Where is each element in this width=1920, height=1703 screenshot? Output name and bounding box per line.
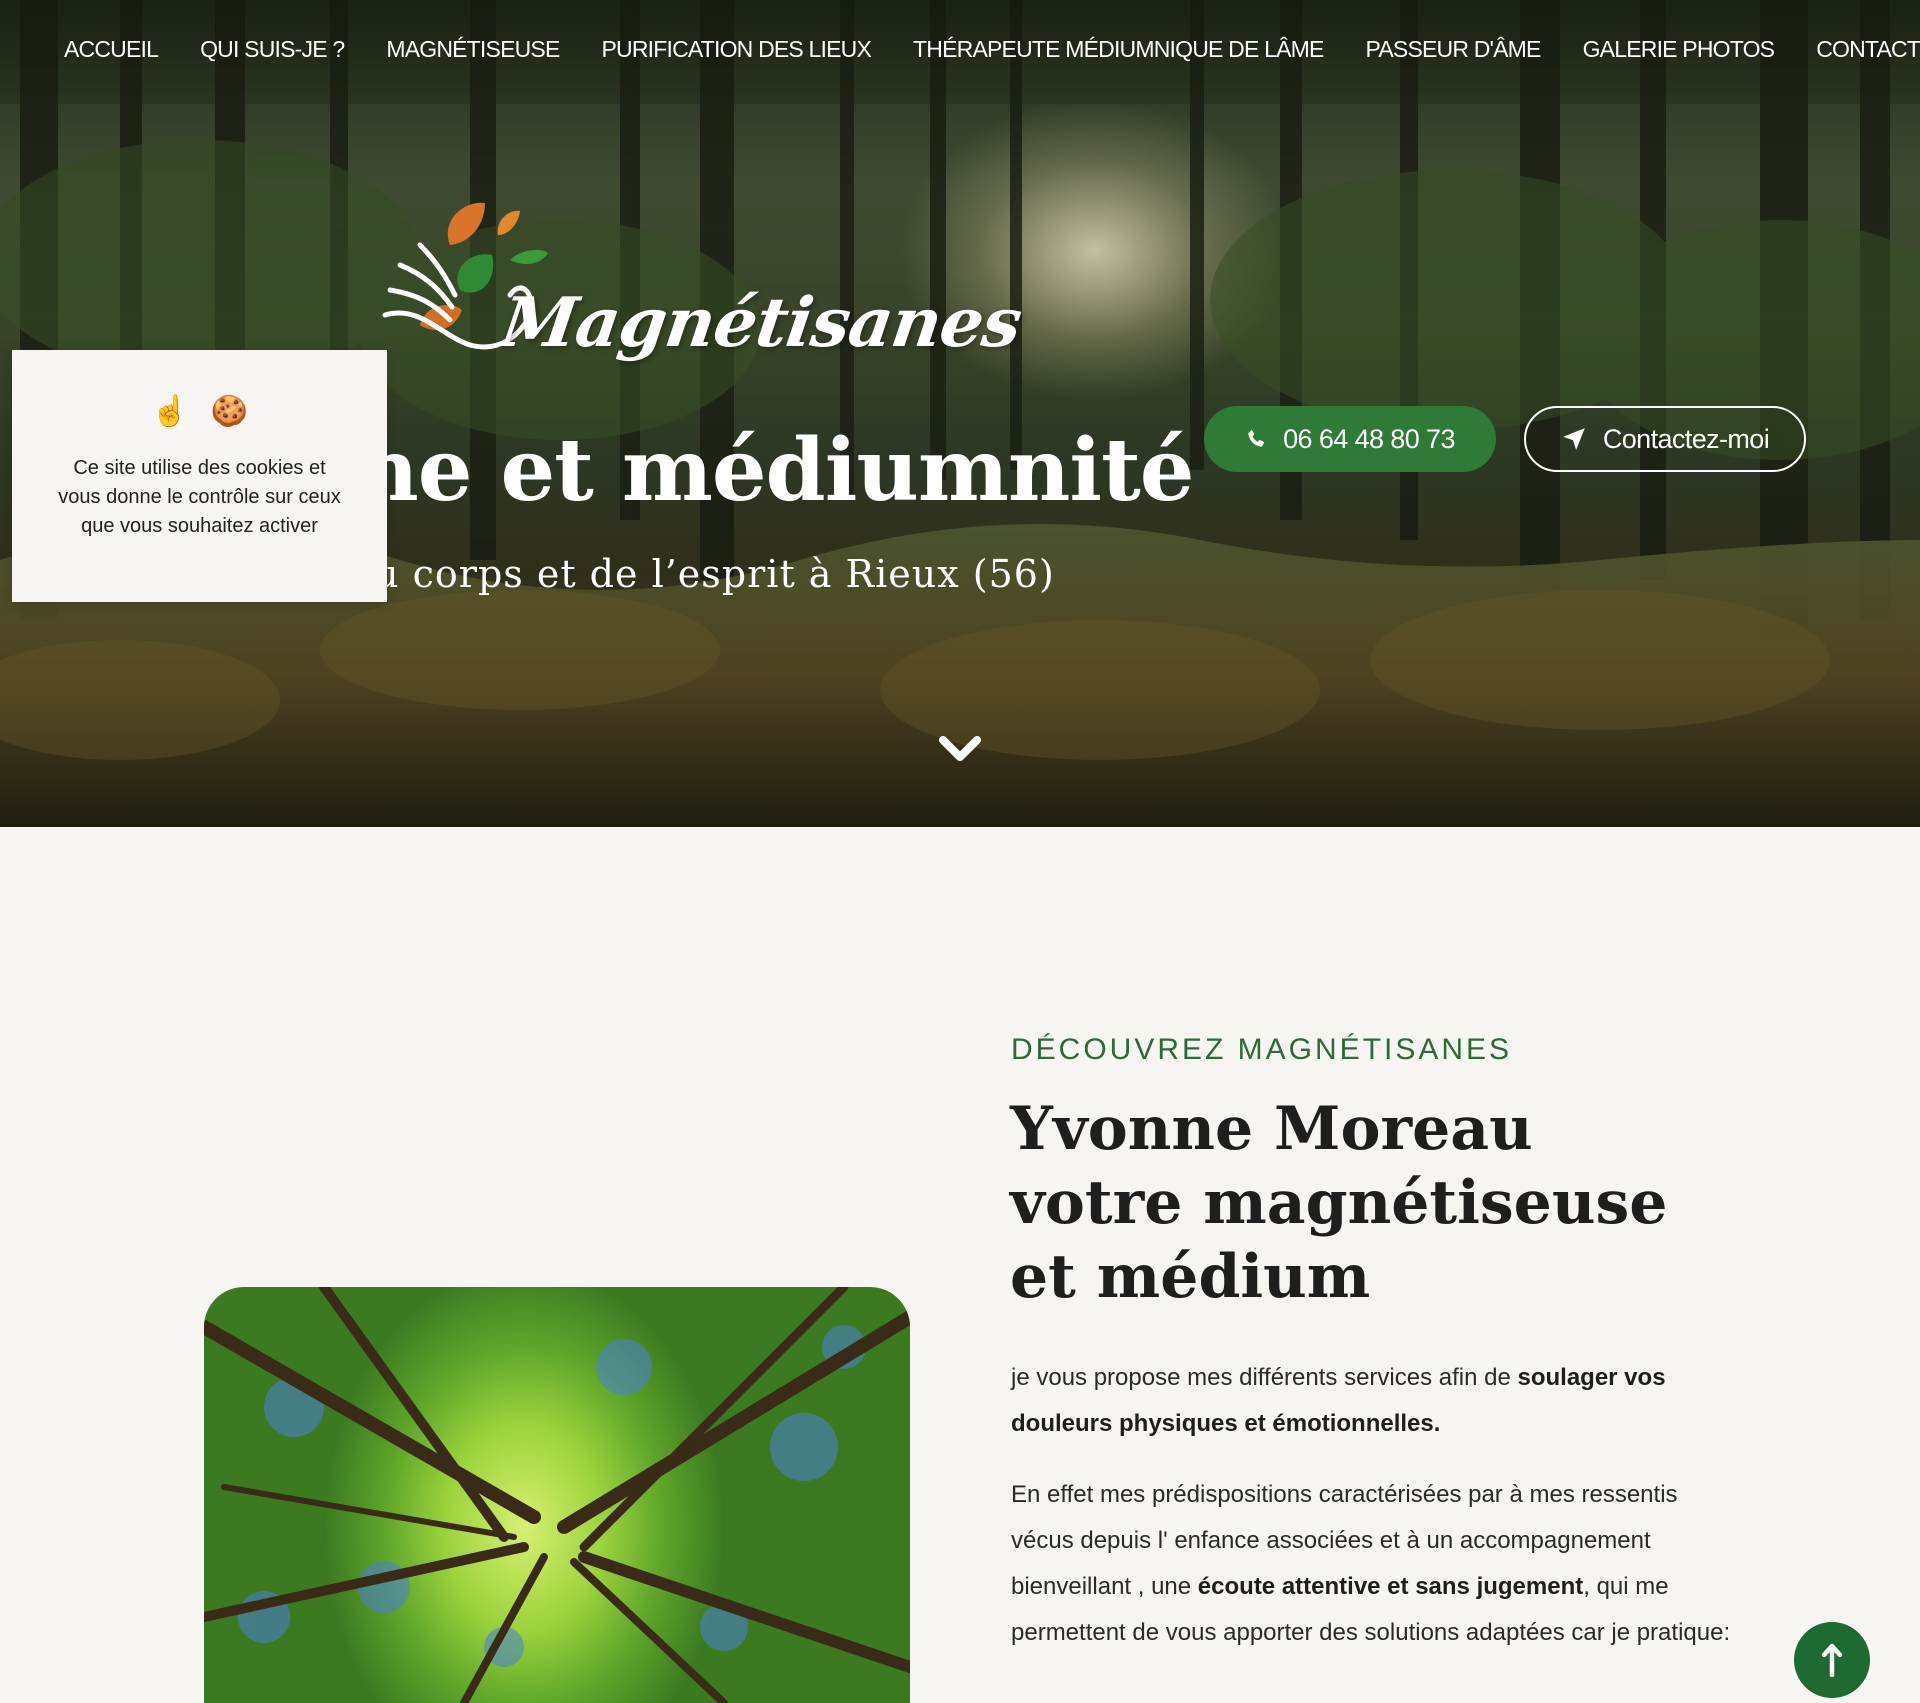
section-title: Yvonne Moreau votre magnétiseuse et médi… (1010, 1094, 1668, 1312)
contact-button[interactable]: Contactez-moi (1524, 406, 1806, 472)
intro-text: je vous propose mes différents services … (1011, 1364, 1518, 1391)
cookie-banner[interactable]: ☝️ 🍪 Ce site utilise des cookies et vous… (12, 350, 387, 602)
site-logo[interactable]: Magnétisanes (380, 195, 1026, 385)
main-navigation: ACCUEIL QUI SUIS-JE ? MAGNÉTISEUSE PURIF… (0, 0, 1920, 104)
intro-paragraph: je vous propose mes différents services … (1011, 1355, 1731, 1447)
detail-paragraph: En effet mes prédispositions caractérisé… (1011, 1472, 1731, 1656)
nav-item-passeur-dame[interactable]: PASSEUR D'ÂME (1366, 34, 1542, 64)
nav-item-purification[interactable]: PURIFICATION DES LIEUX (602, 34, 872, 64)
nav-item-contact[interactable]: CONTACT (1816, 34, 1920, 64)
forest-canopy-photo (204, 1287, 910, 1703)
pointing-finger-icon: ☝️ (151, 395, 189, 428)
nav-item-magnetiseuse[interactable]: MAGNÉTISEUSE (386, 34, 560, 64)
nav-item-accueil[interactable]: ACCUEIL (64, 34, 159, 64)
section-eyebrow: DÉCOUVREZ MAGNÉTISANES (1011, 1033, 1513, 1066)
phone-number: 06 64 48 80 73 (1283, 423, 1455, 454)
logo-wordmark: Magnétisanes (496, 283, 1026, 363)
nav-item-galerie[interactable]: GALERIE PHOTOS (1583, 34, 1775, 64)
contact-button-label: Contactez-moi (1602, 423, 1770, 454)
arrow-up-icon (1821, 1643, 1843, 1677)
back-to-top-button[interactable] (1794, 1622, 1870, 1698)
chevron-down-icon[interactable] (937, 732, 983, 766)
nav-item-therapeute[interactable]: THÉRAPEUTE MÉDIUMNIQUE DE LÂME (913, 34, 1324, 64)
phone-icon (1245, 426, 1267, 452)
cookie-icon: 🍪 (210, 395, 248, 428)
cookie-text: Ce site utilise des cookies et vous donn… (58, 457, 341, 537)
detail-emphasis: écoute attentive et sans jugement (1197, 1573, 1584, 1600)
phone-button[interactable]: 06 64 48 80 73 (1204, 406, 1496, 472)
send-arrow-icon (1561, 426, 1587, 452)
nav-item-qui-suis-je[interactable]: QUI SUIS-JE ? (200, 34, 345, 64)
cookie-emojis: ☝️ 🍪 (12, 394, 387, 429)
canopy-illustration (204, 1287, 910, 1703)
